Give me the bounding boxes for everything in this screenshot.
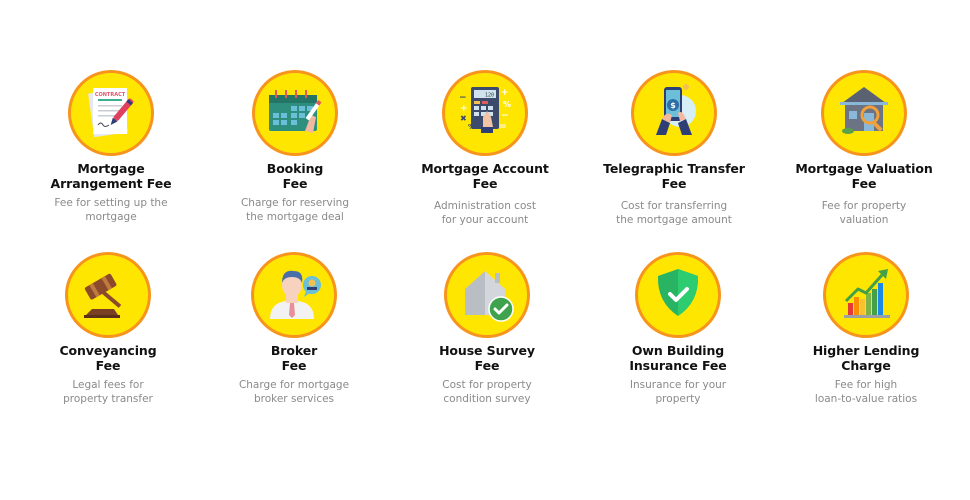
contract-label: CONTRACT [95,92,126,98]
icon-circle: 120 + % − = − + ✖ % [442,70,528,156]
fee-description: Fee for high loan-to-value ratios [814,379,918,405]
gavel-icon [84,273,122,318]
svg-text:+: + [460,104,468,114]
icon-circle [65,252,151,338]
svg-text:%: % [468,123,475,131]
icon-circle [635,252,721,338]
fee-description: Fee for property valuation [821,200,907,226]
fee-description: Cost for transferring the mortgage amount [616,200,732,226]
svg-text:−: − [459,93,467,103]
icon-circle [444,252,530,338]
fee-description: Charge for reserving the mortgage deal [240,197,350,223]
fee-card-booking: Booking Fee Charge for reserving the mortg… [205,70,385,224]
icon-circle [252,70,338,156]
fee-card-conveyancing: Conveyancing Fee Legal fees for property t… [18,252,198,406]
shield-check-icon [657,269,699,316]
icon-circle: $ [631,70,717,156]
svg-text:+: + [501,88,509,98]
icon-circle [823,252,909,338]
growth-chart-icon [844,269,890,318]
fee-title: Telegraphic Transfer Fee [603,161,745,191]
fee-description: Legal fees for property transfer [63,379,153,405]
fee-title: Booking Fee [266,161,324,191]
icon-circle [251,252,337,338]
icon-circle [821,70,907,156]
svg-text:−: − [501,111,509,121]
calculator-display: 120 [485,93,494,99]
svg-text:$: $ [670,101,676,110]
fee-card-mortgage-valuation: Mortgage Valuation Fee Fee for property va… [774,70,954,227]
fee-description: Administration cost for your account [434,200,536,226]
fee-title: Mortgage Arrangement Fee [50,161,172,191]
house-magnifier-icon [840,87,888,134]
fee-description: Fee for setting up the mortgage [54,197,168,223]
svg-text:=: = [499,122,507,132]
calculator-icon: 120 + % − = − + ✖ % [459,87,511,133]
fee-title: Mortgage Valuation Fee [795,161,933,191]
fee-card-own-building-insurance: Own Building Insurance Fee Insurance for … [588,252,768,406]
calendar-icon [269,90,322,133]
broker-icon [270,270,321,319]
phone-transfer-icon: $ [656,84,696,135]
fee-card-house-survey: House Survey Fee Cost for property conditi… [397,252,577,406]
fee-title: Mortgage Account Fee [421,161,549,191]
svg-text:✖: ✖ [460,114,467,123]
fee-card-broker: Broker Fee Charge for mortgage broker serv… [204,252,384,406]
icon-circle: CONTRACT [68,70,154,156]
fee-description: Insurance for your property [629,379,727,405]
fee-title: Conveyancing Fee [59,343,157,373]
contract-icon: CONTRACT [88,88,134,138]
fee-card-higher-lending: Higher Lending Charge Fee for high loan-to… [776,252,956,406]
fee-description: Charge for mortgage broker services [238,379,350,405]
fee-title: House Survey Fee [439,343,535,373]
fee-card-telegraphic-transfer: $ Telegraphic Transfer Fee Cost for trans… [584,70,764,227]
fee-description: Cost for property condition survey [442,379,532,405]
fee-card-mortgage-arrangement: CONTRACT Mortgage Arrangement Fee Fee for… [21,70,201,224]
fee-title: Broker Fee [270,343,318,373]
fee-card-mortgage-account: 120 + % − = − + ✖ % Mortgage Account Fee… [395,70,575,227]
fee-grid: CONTRACT Mortgage Arrangement Fee Fee for… [0,0,970,500]
fee-title: Own Building Insurance Fee [629,343,727,373]
house-check-icon [465,271,514,322]
fee-title: Higher Lending Charge [812,343,920,373]
svg-text:%: % [503,100,511,109]
